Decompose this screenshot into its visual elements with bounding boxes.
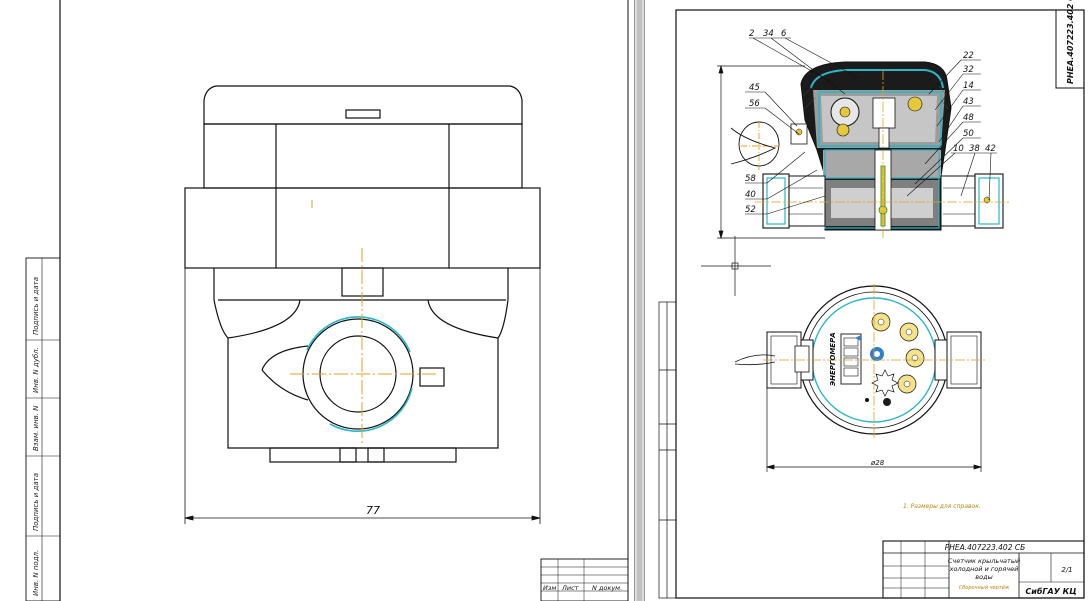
callout-50: 50 [963, 129, 974, 139]
stamp-label-sign-date-2: Подпись и дата [32, 473, 40, 531]
crosshair-marker [701, 236, 771, 296]
callout-42: 42 [985, 144, 996, 154]
left-drawing-sheet[interactable]: Подпись и дата Инв. N дубл. Взам. инв. N… [0, 0, 634, 601]
title-block-name-1: Счетчик крыльчатый [948, 557, 1020, 565]
right-drawing-sheet[interactable]: РНЕА.407223.402 СБ 2 34 6 22 32 14 43 48… [645, 0, 1091, 601]
title-block-subtitle: Сборочный чертёж [959, 585, 1010, 591]
title-cell-izm: Изм [543, 584, 556, 592]
callout-6: 6 [781, 29, 787, 39]
callout-48: 48 [963, 113, 974, 123]
title-block-code: РНЕА.407223.402 СБ [945, 543, 1026, 552]
left-drawing-canvas: Подпись и дата Инв. N дубл. Взам. инв. N… [25, 0, 629, 601]
right-drawing-canvas: РНЕА.407223.402 СБ 2 34 6 22 32 14 43 48… [658, 0, 1085, 599]
stamp-label-inv-dubl: Инв. N дубл. [32, 347, 40, 393]
title-block-name-2: холодной и горячей [949, 565, 1019, 573]
callout-14: 14 [963, 81, 974, 91]
callout-45: 45 [749, 83, 760, 93]
brand-vertical: ЭНЕРГОМЕРА [829, 332, 837, 386]
drawing-note: 1. Размеры для справок. [903, 503, 981, 510]
callout-43: 43 [963, 97, 974, 107]
stamp-label-vzam-inv: Взам. инв. N [32, 405, 40, 451]
callout-32: 32 [963, 65, 974, 75]
title-block-name-3: воды [975, 573, 992, 581]
dimension-77 [184, 268, 541, 524]
callout-40: 40 [745, 190, 756, 200]
callout-2: 2 [749, 29, 754, 39]
split-divider[interactable] [634, 0, 645, 601]
stamp-label-inv-podl: Инв. N подл. [32, 550, 40, 596]
title-cell-list: Лист [561, 584, 579, 592]
doc-code-vertical: РНЕА.407223.402 СБ [1066, 0, 1075, 84]
callout-56: 56 [749, 99, 760, 109]
callout-52: 52 [745, 205, 756, 215]
callout-58: 58 [745, 174, 756, 184]
title-cell-ndokum: N докум. [592, 584, 622, 592]
callout-38: 38 [969, 144, 980, 154]
left-title-block [540, 558, 629, 601]
right-side-stamp [658, 301, 677, 599]
callout-34: 34 [763, 29, 774, 39]
pipe-cyan-arc-top [306, 316, 411, 353]
dimension-77-label: 77 [366, 504, 380, 517]
stamp-label-sign-date-1: Подпись и дата [32, 277, 40, 335]
title-block-sheet: 2/1 [1061, 566, 1072, 574]
title-block-org: СибГАУ КЦ [1025, 586, 1076, 596]
callout-22: 22 [963, 51, 974, 61]
split-divider-handle[interactable] [637, 0, 642, 601]
meter-top-view[interactable] [734, 284, 987, 438]
callout-10: 10 [953, 144, 964, 154]
top-view-dimension-label: ø28 [870, 459, 885, 467]
